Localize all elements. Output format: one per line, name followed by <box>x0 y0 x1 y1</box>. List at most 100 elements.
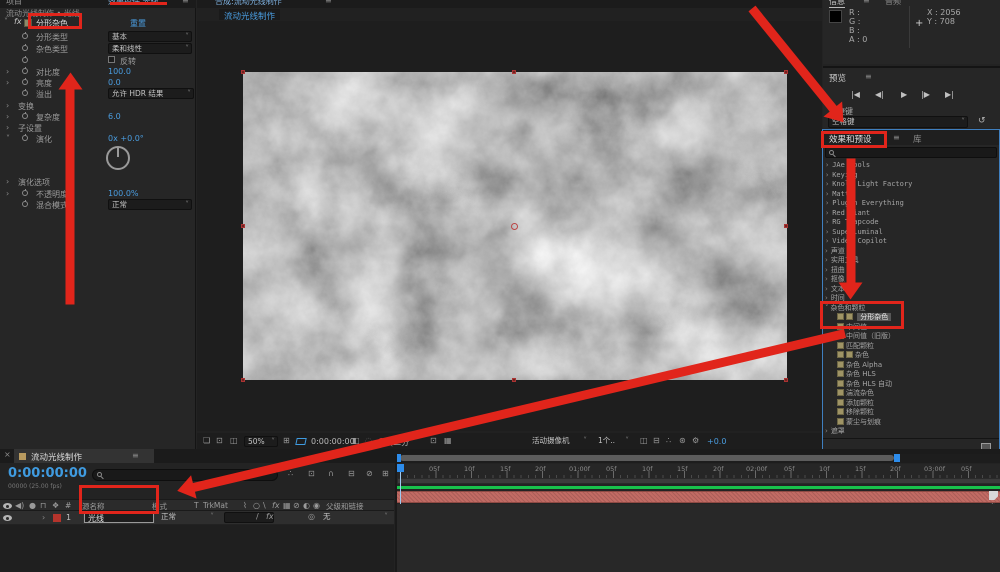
collapse-effect-icon[interactable] <box>4 17 8 27</box>
opacity-value[interactable]: 100.0% <box>108 189 139 198</box>
play-button[interactable]: ▶ <box>901 90 907 99</box>
effect-item-row[interactable]: 杂色 <box>837 351 1000 361</box>
navigator-start-handle[interactable] <box>397 454 401 462</box>
layer-handle[interactable] <box>512 378 516 382</box>
exposure-adjust-icon[interactable]: ⚙ <box>692 436 699 446</box>
fast-preview-icon[interactable]: ⊡ <box>430 436 437 446</box>
effect-item-row[interactable]: 湍流杂色 <box>837 389 1000 399</box>
layer-handle[interactable] <box>784 224 788 228</box>
reset-icon[interactable]: ↺ <box>978 116 986 126</box>
tab-info[interactable]: 信息 <box>829 0 845 8</box>
anchor-point-icon[interactable] <box>511 223 518 230</box>
timeline-tab[interactable]: 流动光线制作 <box>14 449 154 463</box>
last-frame-button[interactable]: ▶| <box>945 90 954 99</box>
layer-row[interactable]: 1 光线 正常˅ / fx ◎ 无˅ <box>0 511 394 525</box>
evolution-dial[interactable] <box>106 146 130 170</box>
first-frame-button[interactable]: |◀ <box>851 90 860 99</box>
comp-mini-flowchart-icon[interactable]: ∴ <box>288 469 293 479</box>
prev-frame-button[interactable]: ◀| <box>875 90 884 99</box>
expand-icon[interactable] <box>6 123 9 132</box>
stopwatch-icon[interactable] <box>22 33 28 39</box>
close-tab-icon[interactable]: × <box>4 450 11 459</box>
effect-item-row[interactable]: 杂色 HLS 自动 <box>837 380 1000 390</box>
stopwatch-icon[interactable] <box>22 113 28 119</box>
effect-item-row[interactable]: 杂色 HLS <box>837 370 1000 380</box>
layer-visibility-icon[interactable] <box>3 515 12 521</box>
stopwatch-icon[interactable] <box>22 57 28 63</box>
mask-visibility-icon[interactable]: ◫ <box>230 436 238 446</box>
property-group-row[interactable]: 演化选项 <box>0 176 196 187</box>
stopwatch-icon[interactable] <box>22 79 28 85</box>
panel-menu-icon[interactable] <box>132 451 139 460</box>
next-frame-button[interactable]: |▶ <box>921 90 930 99</box>
fx-badge-icon[interactable]: fx <box>14 17 22 27</box>
comp-timecode[interactable]: 0:00:00:00 <box>311 437 355 446</box>
layer-mode-select[interactable]: 正常˅ <box>158 512 216 523</box>
exposure-value[interactable]: +0.0 <box>707 437 726 446</box>
frame-blending-icon[interactable]: ⊟ <box>348 469 355 479</box>
video-preview-icon[interactable]: ⊡ <box>216 436 223 446</box>
current-timecode[interactable]: 0:00:00:00 <box>8 466 87 481</box>
brightness-value[interactable]: 0.0 <box>108 78 121 87</box>
motion-blur-icon[interactable]: ⊘ <box>366 469 373 479</box>
layer-duration-bar[interactable] <box>397 491 1000 503</box>
trkmat-column-header[interactable]: TrkMat <box>203 501 228 510</box>
fractal-type-select[interactable]: 基本˅ <box>108 31 192 42</box>
navigator-end-handle[interactable] <box>894 454 900 462</box>
comp-viewer[interactable] <box>197 21 822 431</box>
effect-item-row[interactable]: 移除颗粒 <box>837 408 1000 418</box>
layer-handle[interactable] <box>512 70 516 74</box>
effects-search-input[interactable] <box>825 147 997 158</box>
camera-select[interactable]: 活动摄像机˅ <box>529 436 589 447</box>
panel-menu-icon[interactable] <box>182 0 189 5</box>
timeline-navigator[interactable] <box>397 454 1000 463</box>
overflow-select[interactable]: 允许 HDR 结果˅ <box>108 88 194 99</box>
graph-editor-icon[interactable]: ⊞ <box>382 469 389 479</box>
effect-item-row[interactable]: 匹配颗粒 <box>837 342 1000 352</box>
stopwatch-icon[interactable] <box>22 45 28 51</box>
layer-fx-icon[interactable]: fx <box>266 512 274 522</box>
panel-menu-icon[interactable] <box>863 0 870 5</box>
effect-item-row[interactable]: 蒙尘与划痕 <box>837 418 1000 428</box>
panel-menu-icon[interactable] <box>893 133 900 142</box>
stopwatch-icon[interactable] <box>22 190 28 196</box>
property-group-row[interactable]: 子设置 <box>0 122 196 133</box>
view-layout-select[interactable]: 1个..˅ <box>595 436 631 447</box>
always-preview-icon[interactable]: ❏ <box>203 436 210 446</box>
stopwatch-icon[interactable] <box>22 201 28 207</box>
timeline-nav-icon[interactable]: ⊟ <box>653 436 660 446</box>
work-area-bar[interactable] <box>397 478 1000 484</box>
stopwatch-icon[interactable] <box>22 135 28 141</box>
playhead-handle[interactable] <box>397 464 404 472</box>
zoom-select[interactable]: 50%˅ <box>244 436 278 447</box>
tab-project[interactable]: 项目 <box>6 0 22 7</box>
layer-quality-icon[interactable]: / <box>256 512 259 522</box>
grid-guides-icon[interactable]: ⊞ <box>283 436 290 446</box>
pixel-aspect-icon[interactable]: ◫ <box>640 436 648 446</box>
panel-menu-icon[interactable] <box>865 72 872 81</box>
layer-label-color[interactable] <box>53 514 61 522</box>
expand-icon[interactable] <box>6 78 9 87</box>
invert-checkbox[interactable] <box>108 56 115 63</box>
time-ruler[interactable]: 05f 10f 15f 20f 01:00f 05f 10f 15f 20f 0… <box>397 464 1000 478</box>
expand-icon[interactable] <box>6 177 9 186</box>
comp-flowchart-icon[interactable]: ∴ <box>666 436 671 446</box>
effect-item-row[interactable]: 杂色 Alpha <box>837 361 1000 371</box>
expand-icon[interactable] <box>6 101 9 110</box>
effect-reset-link[interactable]: 重置 <box>130 18 146 29</box>
effect-item-row[interactable]: 添加颗粒 <box>837 399 1000 409</box>
tab-composition[interactable]: 合成:流动光线制作 <box>215 0 282 7</box>
blend-mode-select[interactable]: 正常˅ <box>108 199 192 210</box>
panel-menu-icon[interactable] <box>325 0 332 5</box>
tab-library[interactable]: 库 <box>913 133 922 145</box>
noise-type-select[interactable]: 柔和线性˅ <box>108 43 192 54</box>
transparency-grid-icon[interactable]: ▦ <box>444 436 452 446</box>
layer-parent-select[interactable]: 无˅ <box>320 512 390 523</box>
stopwatch-icon[interactable] <box>22 68 28 74</box>
layer-expand-icon[interactable] <box>42 513 45 523</box>
layer-handle[interactable] <box>241 70 245 74</box>
effect-item-row[interactable]: 中间值（旧版） <box>837 332 1000 342</box>
property-group-row[interactable]: 变换 <box>0 100 196 111</box>
expand-icon[interactable] <box>6 67 9 76</box>
playhead-line[interactable] <box>400 472 401 504</box>
